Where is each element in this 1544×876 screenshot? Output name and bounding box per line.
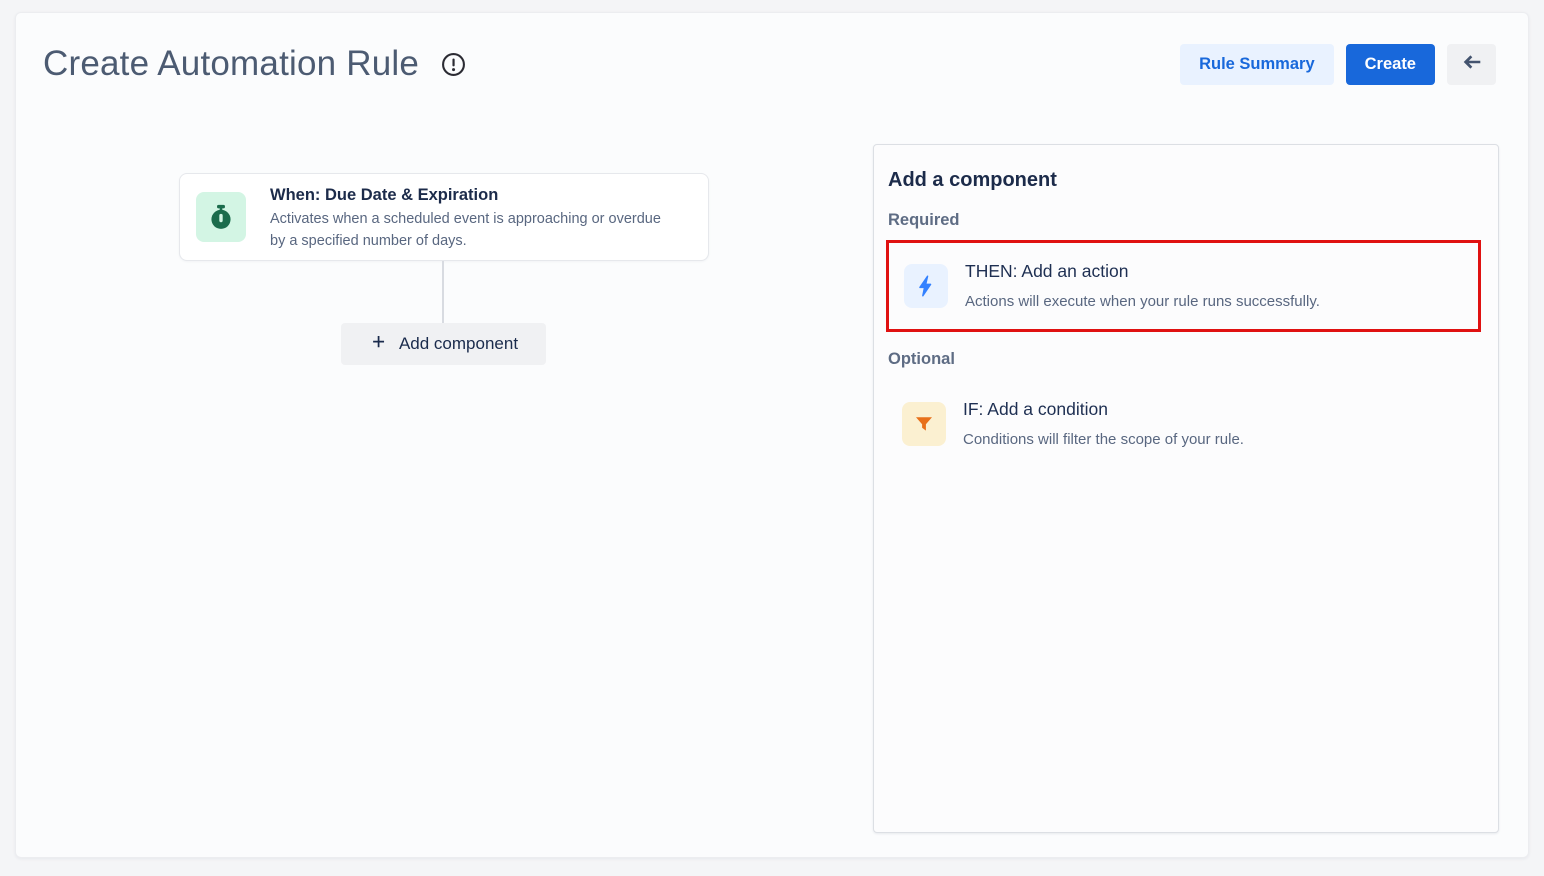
component-option-description: Actions will execute when your rule runs… xyxy=(965,291,1320,313)
component-option-then-add-action[interactable]: THEN: Add an action Actions will execute… xyxy=(889,243,1478,329)
lightning-bolt-icon xyxy=(904,264,948,308)
add-component-button[interactable]: Add component xyxy=(341,323,546,365)
component-option-if-add-condition[interactable]: IF: Add a condition Conditions will filt… xyxy=(874,380,1498,468)
component-option-title: IF: Add a condition xyxy=(963,397,1244,421)
component-option-body: THEN: Add an action Actions will execute… xyxy=(965,259,1320,313)
add-component-label: Add component xyxy=(399,334,518,354)
panel-title: Add a component xyxy=(888,167,1484,193)
stopwatch-icon xyxy=(196,192,246,242)
component-option-description: Conditions will filter the scope of your… xyxy=(963,429,1244,451)
connector-line xyxy=(442,261,444,323)
red-highlight-box: THEN: Add an action Actions will execute… xyxy=(886,240,1481,332)
section-label-optional: Optional xyxy=(888,348,1484,370)
component-option-title: THEN: Add an action xyxy=(965,259,1320,283)
trigger-card-due-date-expiration[interactable]: When: Due Date & Expiration Activates wh… xyxy=(179,173,709,261)
trigger-card-body: When: Due Date & Expiration Activates wh… xyxy=(270,183,661,252)
trigger-card-title: When: Due Date & Expiration xyxy=(270,183,661,207)
plus-icon xyxy=(369,332,388,356)
create-automation-rule-page: Create Automation Rule Rule Summary Crea… xyxy=(15,12,1529,858)
rule-canvas: When: Due Date & Expiration Activates wh… xyxy=(16,13,1528,857)
add-component-panel: Add a component Required THEN: Add an ac… xyxy=(873,144,1499,833)
section-label-required: Required xyxy=(888,209,1484,231)
funnel-icon xyxy=(902,402,946,446)
trigger-card-description: Activates when a scheduled event is appr… xyxy=(270,208,661,252)
trigger-description-line-2: by a specified number of days. xyxy=(270,230,661,252)
trigger-description-line-1: Activates when a scheduled event is appr… xyxy=(270,208,661,230)
component-option-body: IF: Add a condition Conditions will filt… xyxy=(963,397,1244,451)
